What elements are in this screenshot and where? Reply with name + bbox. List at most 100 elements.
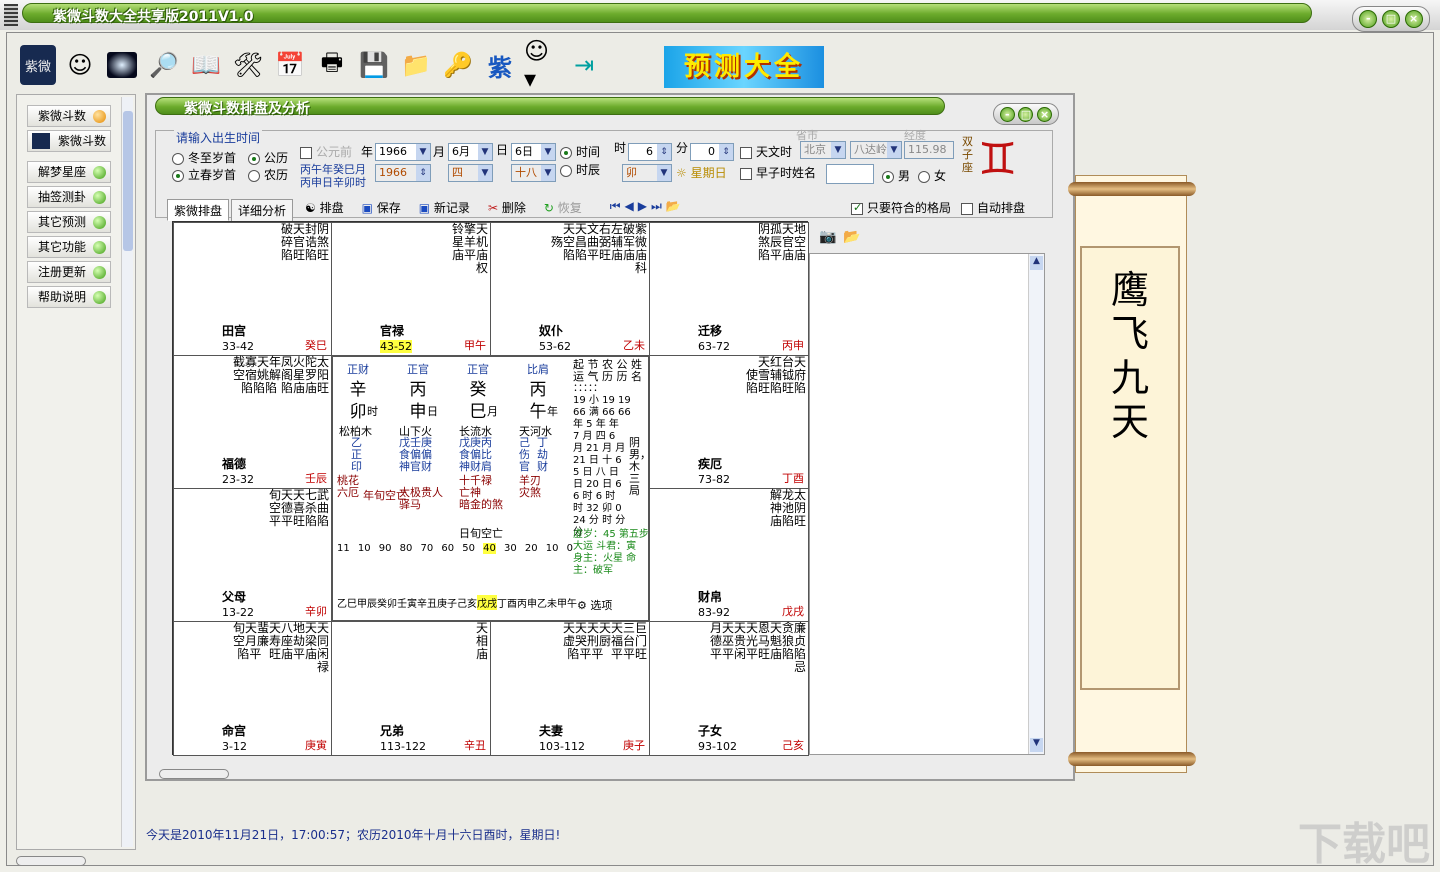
sidebar-item-other-func[interactable]: 其它功能 xyxy=(27,236,111,258)
book-button[interactable]: 📖 xyxy=(188,45,224,85)
calendar-button[interactable]: 📅 xyxy=(272,45,308,85)
tab-paipan[interactable]: 紫微排盘 xyxy=(167,199,230,221)
exit-button[interactable]: ⇥ xyxy=(566,45,602,85)
palace-cell[interactable]: 月天天天恩天贪廉 德巫贵光马魁狼贞 平平闲平旺庙陷陷 忌子女 93-102 己亥 xyxy=(649,621,809,756)
print-button[interactable]: 🖶 xyxy=(314,45,350,85)
open-folder-icon[interactable]: 📂 xyxy=(666,199,681,216)
radio-female[interactable]: 女 xyxy=(918,167,946,184)
titlebar-grip[interactable] xyxy=(4,4,18,26)
sidebar-item-help[interactable]: 帮助说明 xyxy=(27,286,111,308)
radio-lichun[interactable]: 立春岁首 xyxy=(172,166,236,183)
radio-label: 公历 xyxy=(264,151,289,165)
lunar-day-select[interactable]: 十八 ▼ xyxy=(511,164,556,182)
longitude-input[interactable]: 115.98 xyxy=(904,141,954,159)
sidebar-item-register[interactable]: 注册更新 xyxy=(27,261,111,283)
restore-button[interactable]: ↻ 恢复 xyxy=(544,199,582,216)
palace-cell[interactable]: 旬天天七武 空德喜杀曲 平平旺陷陷 父母 13-22 辛卯 xyxy=(173,488,332,622)
province-select[interactable]: 北京 ▼ xyxy=(800,141,846,159)
save-record-button[interactable]: ▣ 保存 xyxy=(362,199,401,216)
shichen-select[interactable]: 卯 ▼ xyxy=(622,164,672,182)
hour-spin[interactable]: 6 ⇕ xyxy=(628,143,672,161)
options-button[interactable]: ⚙ 选项 xyxy=(577,597,612,613)
radio-shijian[interactable]: 时间 xyxy=(560,143,600,160)
minimize-button[interactable]: - xyxy=(1359,10,1378,28)
banner-image[interactable]: 预测大全 xyxy=(664,46,824,88)
select-value: 1966 xyxy=(379,145,407,158)
radio-gongli[interactable]: 公历 xyxy=(248,149,288,166)
key-button[interactable]: 🔑 xyxy=(440,45,476,85)
palace-cell[interactable]: 天天文右左破紫 殇空昌曲弼辅军微 陷陷平旺庙庙庙 科奴仆 53-62 乙未 xyxy=(490,222,650,356)
tools-button[interactable]: 🛠 xyxy=(230,45,266,85)
delete-icon: ✂ xyxy=(487,201,502,215)
palace-cell[interactable]: 天天天天天三巨 虚哭刑厨福台门 陷平平 平平旺 夫妻 103-112 庚子 xyxy=(490,621,650,756)
day-select[interactable]: 6日 ▼ xyxy=(511,143,556,161)
radio-label: 男 xyxy=(898,169,911,183)
folder-button[interactable]: 📁 xyxy=(398,45,434,85)
new-record-button[interactable]: ▣ 新记录 xyxy=(419,199,470,216)
gongyuan-checkbox[interactable]: 公元前 xyxy=(300,143,352,160)
palace-cell[interactable]: 解龙太 神池阴 庙陷旺 财帛 83-92 戊戌 xyxy=(649,488,809,622)
smile-button[interactable]: ☺▾ xyxy=(524,37,560,93)
palace-cell[interactable]: 旬天蜚天八地天天 空月廉寿座劫梁同 陷平 旺庙平庙闲 禄命宫 3-12 庚寅 xyxy=(173,621,332,756)
save-button[interactable]: 💾 xyxy=(356,45,392,85)
name-input[interactable] xyxy=(826,164,874,184)
chevron-down-icon: ▼ xyxy=(831,142,845,158)
analysis-panel[interactable]: ▲ ▼ xyxy=(809,253,1045,755)
auto-paipan-checkbox[interactable]: 自动排盘 xyxy=(961,199,1025,216)
paipan-button[interactable]: ☯ 排盘 xyxy=(305,199,344,216)
folder-icon[interactable]: 📂 xyxy=(843,229,860,245)
main-titlebar: 紫微斗数大全共享版2011V1.0 - □ × xyxy=(0,0,1440,32)
scroll-thumb[interactable] xyxy=(123,111,133,251)
lunar-year-spin[interactable]: 1966 ⇕ xyxy=(375,164,431,182)
radio-shichen[interactable]: 时辰 xyxy=(560,161,600,178)
search-button[interactable]: 🔎 xyxy=(146,45,182,85)
radio-male[interactable]: 男 xyxy=(882,167,910,184)
maximize-button[interactable]: □ xyxy=(1381,10,1400,28)
planet-button[interactable] xyxy=(104,45,140,85)
palace-cell[interactable]: 天 相 庙兄弟 113-122 辛丑 xyxy=(331,621,491,756)
nav-first-icon[interactable]: ⏮ xyxy=(610,199,621,216)
nav-next-icon[interactable]: ▶ xyxy=(638,199,647,216)
child-bottom-grip[interactable] xyxy=(159,769,229,779)
tianwenshi-checkbox[interactable]: 天文时 xyxy=(740,143,792,160)
sidebar-item-lots[interactable]: 抽签测卦 xyxy=(27,186,111,208)
select-value: 0 xyxy=(708,145,715,158)
checkbox-label: 公元前 xyxy=(316,145,353,159)
delete-button[interactable]: ✂ 删除 xyxy=(488,199,526,216)
zi-button[interactable]: 紫 xyxy=(482,45,518,85)
palace-cell[interactable]: 天红台天 使雪辅钺府 陷旺陷旺陷 疾厄 73-82 丁酉 xyxy=(649,355,809,489)
camera-icon[interactable]: 📷 xyxy=(819,229,836,245)
radio-dongzhi[interactable]: 冬至岁首 xyxy=(172,149,236,166)
month-select[interactable]: 6月 ▼ xyxy=(448,143,493,161)
minute-spin[interactable]: 0 ⇕ xyxy=(690,143,734,161)
city-select[interactable]: 八达岭 ▼ xyxy=(850,141,902,159)
only-match-checkbox[interactable]: 只要符合的格局 xyxy=(851,199,951,216)
palace-cell[interactable]: 阴孤天地 煞辰官空 陷平庙庙 迁移 63-72 丙申 xyxy=(649,222,809,356)
year-select[interactable]: 1966 ▼ xyxy=(375,143,431,161)
ziwei-logo-button[interactable]: 紫微 xyxy=(20,45,56,85)
user-button[interactable]: ☺ xyxy=(62,45,98,85)
close-button[interactable]: × xyxy=(1404,10,1423,28)
main-bottom-grip[interactable] xyxy=(16,856,86,866)
child-close-button[interactable]: × xyxy=(1037,106,1053,122)
palace-cell[interactable]: 破天封阴 碎官诰煞 陷旺陷旺 田宫 33-42 癸巳 xyxy=(173,222,332,356)
tab-fenxi[interactable]: 详细分析 xyxy=(231,199,294,221)
child-maximize-button[interactable]: □ xyxy=(1018,106,1034,122)
scroll-up-icon[interactable]: ▲ xyxy=(1030,256,1043,270)
lunar-month-select[interactable]: 四 ▼ xyxy=(448,164,493,182)
child-minimize-button[interactable]: - xyxy=(999,106,1015,122)
zaozishi-checkbox[interactable]: 早子时姓名 xyxy=(740,164,816,181)
sidebar-item-dream[interactable]: 解梦星座 xyxy=(27,161,111,183)
radio-nongli[interactable]: 农历 xyxy=(248,166,288,183)
sidebar-item-other-predict[interactable]: 其它预测 xyxy=(27,211,111,233)
palace-cell[interactable]: 截寡天年凤火陀太 空宿姚解阁星罗阳 陷陷陷 陷庙庙旺 福德 23-32 壬辰 xyxy=(173,355,332,489)
sidebar-item-ziwei-2[interactable]: 紫微斗数 xyxy=(27,130,111,152)
sidebar: 紫微斗数 紫微斗数 解梦星座 抽签测卦 其它预测 其它功能 注册更新 帮助说明 xyxy=(16,94,136,850)
analysis-scrollbar[interactable]: ▲ ▼ xyxy=(1028,254,1044,754)
nav-prev-icon[interactable]: ◀ xyxy=(625,199,634,216)
sidebar-item-ziwei[interactable]: 紫微斗数 xyxy=(27,105,111,127)
scroll-down-icon[interactable]: ▼ xyxy=(1030,738,1043,752)
nav-last-icon[interactable]: ⏭ xyxy=(651,199,662,216)
sidebar-scrollbar[interactable] xyxy=(121,97,133,847)
palace-cell[interactable]: 铃擎天 星羊机 庙平庙 权官禄 43-52 甲午 xyxy=(331,222,491,356)
